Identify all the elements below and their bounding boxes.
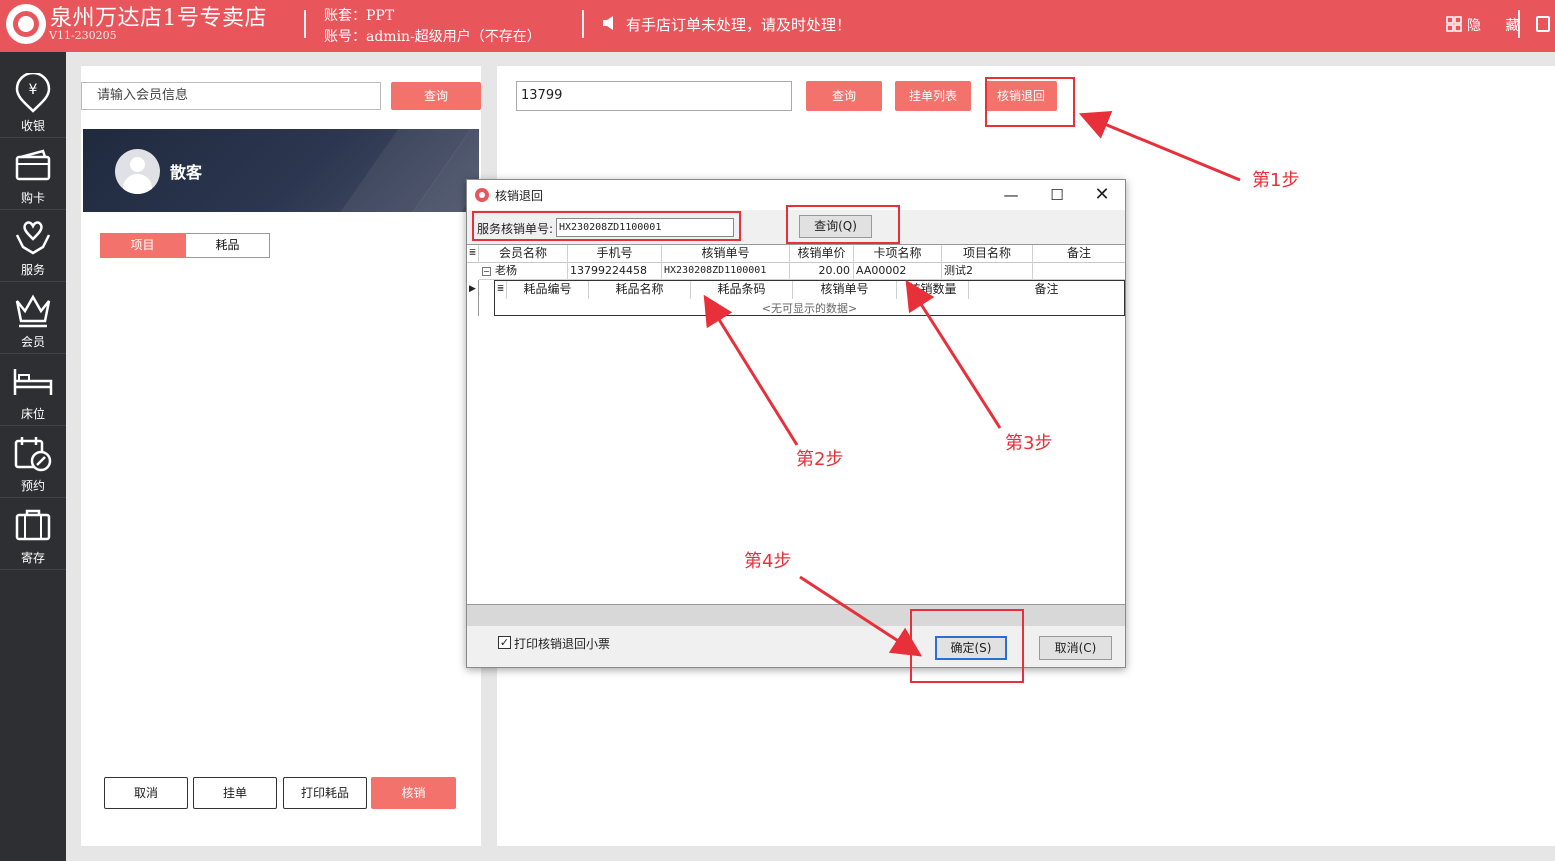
column-header[interactable]: 手机号 bbox=[568, 245, 662, 263]
consumables-subgrid: ≣ 耗品编号 耗品名称 耗品条码 核销单号 核销数量 备注 <无可显示的数据> bbox=[494, 280, 1125, 316]
order-search-button[interactable]: 查询 bbox=[806, 81, 882, 111]
dialog-title: 核销退回 bbox=[495, 189, 544, 203]
grid-header: ≣ 会员名称 手机号 核销单号 核销单价 卡项名称 项目名称 备注 bbox=[467, 245, 1125, 263]
service-order-input[interactable]: HX230208ZD1100001 bbox=[556, 218, 734, 237]
column-header[interactable]: 核销数量 bbox=[897, 281, 969, 299]
guest-name: 散客 bbox=[170, 163, 203, 182]
step-label: 第3步 bbox=[1005, 433, 1053, 454]
sidebar: ¥ 收银 购卡 服务 会员 床位 预约 寄存 bbox=[0, 52, 66, 861]
column-header[interactable]: 卡项名称 bbox=[854, 245, 942, 263]
column-header[interactable]: 会员名称 bbox=[479, 245, 568, 263]
step-label: 第1步 bbox=[1252, 170, 1300, 191]
notice-text[interactable]: 有手店订单未处理，请及时处理！ bbox=[626, 14, 851, 35]
service-order-label: 服务核销单号: bbox=[477, 222, 554, 236]
calendar-icon bbox=[14, 437, 52, 472]
dialog-titlebar[interactable]: 核销退回 — ☐ ✕ bbox=[467, 180, 1125, 210]
svg-text:¥: ¥ bbox=[29, 82, 38, 98]
app-icon bbox=[475, 188, 489, 202]
step-label: 第4步 bbox=[744, 551, 792, 572]
sidebar-item-cashier[interactable]: ¥ 收银 bbox=[0, 66, 66, 138]
print-receipt-checkbox[interactable]: ✓ bbox=[498, 636, 511, 649]
crown-icon bbox=[15, 294, 51, 328]
cell-card: AA00002 bbox=[854, 263, 942, 280]
sidebar-item-storage[interactable]: 寄存 bbox=[0, 498, 66, 570]
sidebar-item-label: 购卡 bbox=[20, 191, 45, 205]
storage-icon bbox=[15, 509, 51, 541]
avatar bbox=[115, 149, 160, 194]
hang-order-button[interactable]: 挂单 bbox=[193, 777, 277, 809]
column-header[interactable]: 核销单号 bbox=[662, 245, 790, 263]
store-name: 泉州万达店1号专卖店 bbox=[50, 6, 267, 31]
exit-icon[interactable] bbox=[1536, 16, 1550, 32]
writeoff-grid: ≣ 会员名称 手机号 核销单号 核销单价 卡项名称 项目名称 备注 老杨 − 1… bbox=[467, 244, 1125, 606]
sidebar-item-bed[interactable]: 床位 bbox=[0, 354, 66, 426]
writeoff-return-button[interactable]: 核销退回 bbox=[985, 81, 1057, 111]
sidebar-item-member[interactable]: 会员 bbox=[0, 282, 66, 354]
sidebar-item-label: 收银 bbox=[20, 119, 45, 133]
subgrid-menu-icon[interactable]: ≣ bbox=[495, 281, 507, 299]
tab-consumables[interactable]: 耗品 bbox=[185, 233, 270, 258]
account-user: 账号：admin-超级用户（不存在） bbox=[324, 29, 541, 45]
column-header[interactable]: 备注 bbox=[1033, 245, 1125, 263]
tab-items[interactable]: 项目 bbox=[100, 233, 185, 258]
cell-item: 测试2 bbox=[942, 263, 1033, 280]
header-divider bbox=[304, 10, 306, 38]
cell-member: 老杨 bbox=[479, 263, 568, 280]
top-header: 泉州万达店1号专卖店 V11-230205 账套：PPT 账号：admin-超级… bbox=[0, 0, 1555, 52]
sidebar-item-label: 预约 bbox=[20, 479, 45, 493]
confirm-button[interactable]: 确定(S) bbox=[935, 636, 1007, 660]
account-set: 账套：PPT bbox=[324, 8, 395, 24]
print-consumables-button[interactable]: 打印耗品 bbox=[283, 777, 367, 809]
hang-list-button[interactable]: 挂单列表 bbox=[895, 81, 971, 111]
column-header[interactable]: 项目名称 bbox=[942, 245, 1033, 263]
sidebar-item-card[interactable]: 购卡 bbox=[0, 138, 66, 210]
sidebar-item-label: 床位 bbox=[20, 407, 45, 421]
hide-button[interactable]: 隐 藏 bbox=[1467, 15, 1529, 35]
row-pointer-icon: ▶ bbox=[467, 280, 479, 316]
bed-icon bbox=[13, 369, 53, 395]
grid-footer bbox=[467, 604, 1125, 626]
sidebar-item-label: 会员 bbox=[20, 335, 45, 349]
service-icon bbox=[15, 221, 51, 255]
version-label: V11-230205 bbox=[49, 29, 117, 42]
order-search-input[interactable]: 13799 bbox=[516, 81, 792, 111]
column-header[interactable]: 耗品名称 bbox=[589, 281, 691, 299]
member-search-button[interactable]: 查询 bbox=[391, 82, 481, 110]
dialog-query-button[interactable]: 查询(Q) bbox=[799, 215, 872, 238]
card-icon bbox=[15, 149, 51, 181]
cell-order: HX230208ZD1100001 bbox=[662, 263, 790, 280]
writeoff-return-dialog: 核销退回 — ☐ ✕ 服务核销单号: HX230208ZD1100001 查询(… bbox=[466, 179, 1126, 668]
cell-phone: 13799224458 bbox=[568, 263, 662, 280]
cancel-button[interactable]: 取消 bbox=[104, 777, 188, 809]
minimize-icon[interactable]: — bbox=[1000, 184, 1022, 206]
maximize-icon[interactable]: ☐ bbox=[1046, 184, 1068, 206]
collapse-icon[interactable]: − bbox=[482, 267, 491, 276]
grid-menu-icon[interactable]: ≣ bbox=[467, 245, 479, 263]
sidebar-item-appointment[interactable]: 预约 bbox=[0, 426, 66, 498]
sidebar-item-label: 服务 bbox=[20, 263, 45, 277]
logo bbox=[6, 4, 46, 44]
column-header[interactable]: 核销单号 bbox=[793, 281, 897, 299]
grid-icon[interactable] bbox=[1446, 16, 1462, 32]
header-divider bbox=[582, 10, 584, 38]
empty-message: <无可显示的数据> bbox=[761, 302, 858, 315]
close-icon[interactable]: ✕ bbox=[1091, 184, 1113, 206]
speaker-icon bbox=[603, 16, 613, 30]
sidebar-item-service[interactable]: 服务 bbox=[0, 210, 66, 282]
dialog-cancel-button[interactable]: 取消(C) bbox=[1039, 636, 1112, 660]
column-header[interactable]: 耗品编号 bbox=[507, 281, 589, 299]
cell-price: 20.00 bbox=[790, 263, 854, 280]
column-header[interactable]: 备注 bbox=[969, 281, 1124, 299]
print-receipt-label[interactable]: 打印核销退回小票 bbox=[514, 635, 610, 652]
column-header[interactable]: 核销单价 bbox=[790, 245, 854, 263]
cashier-icon: ¥ bbox=[15, 73, 51, 113]
header-divider bbox=[1518, 10, 1520, 38]
cell-note bbox=[1033, 263, 1125, 280]
member-search-input[interactable]: 请输入会员信息 bbox=[81, 82, 381, 110]
column-header[interactable]: 耗品条码 bbox=[691, 281, 793, 299]
writeoff-button[interactable]: 核销 bbox=[371, 777, 456, 809]
step-label: 第2步 bbox=[796, 449, 844, 470]
sidebar-item-label: 寄存 bbox=[20, 551, 45, 565]
